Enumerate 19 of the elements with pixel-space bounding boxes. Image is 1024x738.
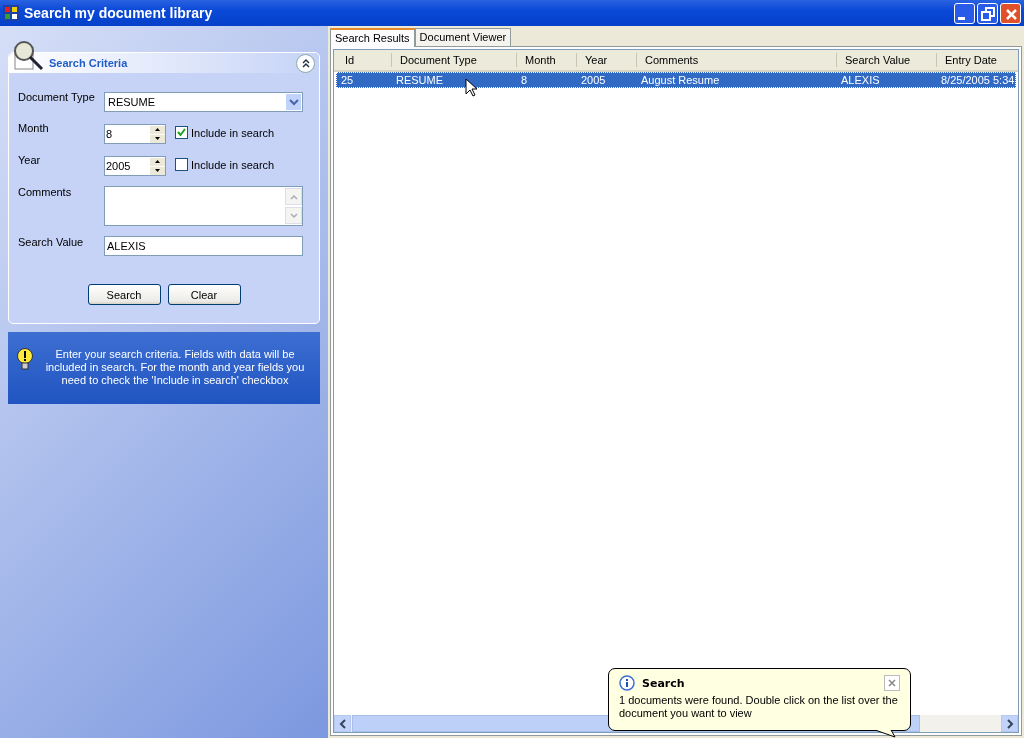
balloon-title: Search [642, 676, 686, 690]
checkbox-label: Include in search [191, 126, 275, 139]
table-cell-text: 2005 [580, 74, 607, 86]
field-label: Search Value [18, 236, 85, 248]
field-label: Month [18, 122, 50, 134]
field-label: Year [18, 154, 42, 166]
window-title: Search my document library [24, 5, 214, 21]
field-label: Comments [18, 186, 73, 198]
table-cell-text: 25 [340, 74, 355, 86]
field-label: Document Type [18, 91, 96, 103]
table-cell-text: ALEXIS [840, 74, 881, 86]
info-text: Enter your search criteria. Fields with data will be included in search. For the month and year fields you need to check the 'Include in search' checkbox [44, 348, 306, 387]
checkbox-label: Include in search [191, 158, 275, 171]
table-cell-text: 8 [520, 74, 529, 86]
table-cell-text: 8/25/2005 5:34 [940, 74, 1016, 86]
balloon-text: 1 documents were found. Double click on the list over the document you want to view [619, 694, 899, 720]
table-cell-text: August Resume [640, 74, 721, 86]
panel-title: Search Criteria [49, 57, 129, 69]
table-cell-text: RESUME [395, 74, 445, 86]
